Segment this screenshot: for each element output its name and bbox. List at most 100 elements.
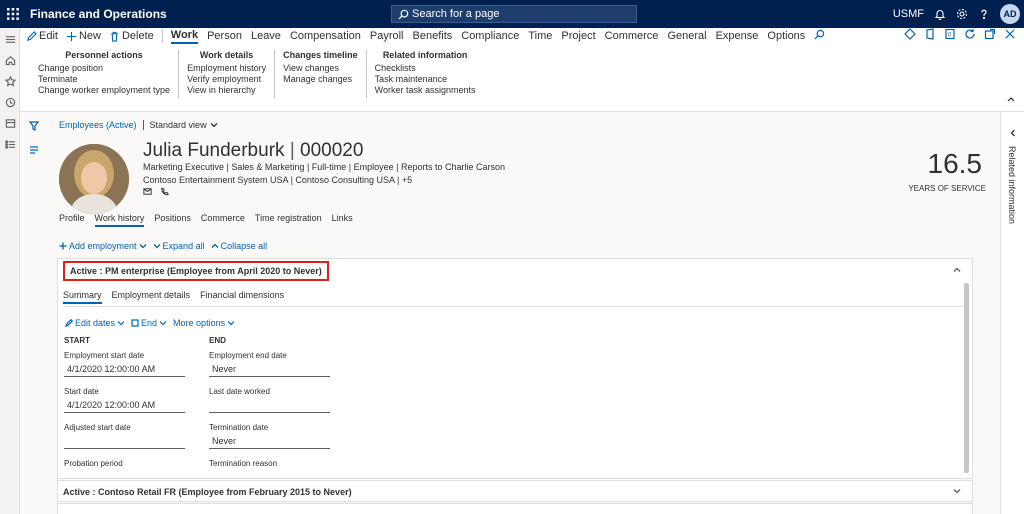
- termination-date-field[interactable]: Never: [209, 435, 330, 449]
- last-date-worked-field[interactable]: [209, 399, 330, 413]
- home-icon[interactable]: [0, 50, 20, 70]
- office-icon[interactable]: [924, 28, 936, 40]
- tab-payroll[interactable]: Payroll: [370, 30, 404, 42]
- related-information-pane[interactable]: Related information: [1000, 112, 1024, 514]
- group-personnel-actions: Personnel actions Change position Termin…: [30, 50, 180, 98]
- breadcrumb: Employees (Active) Standard view: [59, 120, 218, 130]
- chevron-down-icon[interactable]: [952, 486, 962, 498]
- action-search-icon[interactable]: [814, 29, 825, 43]
- end-column: END Employment end date Never Last date …: [209, 336, 330, 495]
- search-input[interactable]: Search for a page: [391, 5, 637, 23]
- tab-options[interactable]: Options: [767, 30, 805, 42]
- tab-work[interactable]: Work: [170, 29, 199, 44]
- employment-history-button[interactable]: Employment history: [187, 63, 266, 74]
- tab-positions[interactable]: Positions: [154, 213, 191, 227]
- more-entities-count[interactable]: +5: [402, 175, 412, 185]
- card-scrollbar[interactable]: [964, 283, 969, 473]
- employment-card-toolbar: Edit dates End More options: [65, 318, 235, 328]
- tab-financial-dimensions[interactable]: Financial dimensions: [200, 290, 284, 304]
- hamburger-icon[interactable]: [0, 29, 20, 49]
- start-heading: START: [64, 336, 91, 345]
- toolbar-divider: [161, 29, 163, 43]
- breadcrumb-link[interactable]: Employees (Active): [59, 120, 137, 130]
- tab-time-registration[interactable]: Time registration: [255, 213, 322, 227]
- tab-employment-details[interactable]: Employment details: [112, 290, 191, 304]
- filter-icon[interactable]: [28, 118, 48, 136]
- more-options-button[interactable]: More options: [173, 318, 235, 328]
- help-icon[interactable]: [978, 8, 990, 20]
- tab-compliance[interactable]: Compliance: [461, 30, 519, 42]
- tab-links[interactable]: Links: [332, 213, 353, 227]
- chevron-down-icon: [153, 244, 161, 249]
- phone-icon[interactable]: [160, 187, 169, 196]
- employment-start-date-field[interactable]: 4/1/2020 12:00:00 AM: [64, 363, 185, 377]
- years-of-service-value: 16.5: [927, 148, 983, 179]
- expand-all-button[interactable]: Expand all: [153, 241, 205, 251]
- chevron-up-icon[interactable]: [952, 265, 962, 277]
- collapse-all-label: Collapse all: [220, 241, 268, 251]
- view-selector[interactable]: Standard view: [150, 120, 207, 130]
- tab-work-history[interactable]: Work history: [94, 213, 145, 227]
- tab-commerce[interactable]: Commerce: [201, 213, 245, 227]
- verify-employment-button[interactable]: Verify employment: [187, 74, 266, 85]
- employment-end-date-field[interactable]: Never: [209, 363, 330, 377]
- group-title: Work details: [199, 50, 254, 60]
- tab-time[interactable]: Time: [528, 30, 552, 42]
- tab-commerce[interactable]: Commerce: [605, 30, 659, 42]
- list-toggle-icon[interactable]: [29, 142, 48, 160]
- tab-project[interactable]: Project: [561, 30, 595, 42]
- task-maintenance-button[interactable]: Task maintenance: [375, 74, 476, 85]
- tab-summary[interactable]: Summary: [63, 290, 102, 304]
- add-employment-button[interactable]: Add employment: [59, 241, 147, 251]
- terminate-button[interactable]: Terminate: [38, 74, 170, 85]
- clock-icon[interactable]: [0, 92, 20, 112]
- tab-leave[interactable]: Leave: [251, 30, 281, 42]
- employee-header: Julia Funderburk | 000020: [143, 140, 364, 161]
- view-in-hierarchy-button[interactable]: View in hierarchy: [187, 85, 266, 96]
- new-button[interactable]: New: [66, 30, 101, 42]
- workspace-icon[interactable]: [0, 113, 20, 133]
- tab-general[interactable]: General: [667, 30, 706, 42]
- refresh-icon[interactable]: [964, 28, 976, 40]
- employee-details-line2: Contoso Entertainment System USA | Conto…: [143, 175, 413, 185]
- tab-divider: [63, 306, 969, 307]
- open-new-window-icon[interactable]: [984, 28, 996, 40]
- employment-card-header[interactable]: Active : PM enterprise (Employee from Ap…: [58, 259, 972, 283]
- edit-dates-button[interactable]: Edit dates: [65, 318, 125, 328]
- user-avatar[interactable]: AD: [1000, 4, 1020, 24]
- group-changes-timeline: Changes timeline View changes Manage cha…: [275, 50, 367, 98]
- list-icon[interactable]: [0, 134, 20, 154]
- manage-changes-button[interactable]: Manage changes: [283, 74, 358, 85]
- pencil-icon: [65, 319, 73, 327]
- collapse-ribbon-icon[interactable]: [1006, 91, 1016, 109]
- tab-benefits[interactable]: Benefits: [413, 30, 453, 42]
- end-button[interactable]: End: [131, 318, 167, 328]
- checklists-button[interactable]: Checklists: [375, 63, 476, 74]
- view-changes-button[interactable]: View changes: [283, 63, 358, 74]
- employment-card-title: Active : PM enterprise (Employee from Ap…: [63, 261, 329, 281]
- close-icon[interactable]: [1004, 28, 1016, 40]
- tab-compensation[interactable]: Compensation: [290, 30, 361, 42]
- adjusted-start-date-field[interactable]: [64, 435, 185, 449]
- employment-card-collapsed[interactable]: Active : Contoso Retail FR (Employee fro…: [57, 480, 973, 502]
- bell-icon[interactable]: [934, 8, 946, 20]
- diamond-icon[interactable]: [904, 28, 916, 40]
- star-icon[interactable]: [0, 71, 20, 91]
- chevron-down-icon[interactable]: [210, 121, 218, 129]
- collapse-all-button[interactable]: Collapse all: [211, 241, 268, 251]
- edit-button[interactable]: Edit: [26, 30, 58, 42]
- worker-task-assignments-button[interactable]: Worker task assignments: [375, 85, 476, 96]
- company-selector[interactable]: USMF: [893, 8, 924, 20]
- delete-button[interactable]: Delete: [109, 30, 154, 42]
- change-position-button[interactable]: Change position: [38, 63, 170, 74]
- start-date-field[interactable]: 4/1/2020 12:00:00 AM: [64, 399, 185, 413]
- email-icon[interactable]: [143, 187, 152, 196]
- attachments-icon[interactable]: 0: [944, 28, 956, 40]
- gear-icon[interactable]: [956, 8, 968, 20]
- tab-profile[interactable]: Profile: [59, 213, 85, 227]
- chevron-left-icon[interactable]: [1009, 124, 1017, 142]
- tab-expense[interactable]: Expense: [716, 30, 759, 42]
- tab-person[interactable]: Person: [207, 30, 242, 42]
- change-employment-type-button[interactable]: Change worker employment type: [38, 85, 170, 96]
- app-launcher-icon[interactable]: [2, 0, 24, 28]
